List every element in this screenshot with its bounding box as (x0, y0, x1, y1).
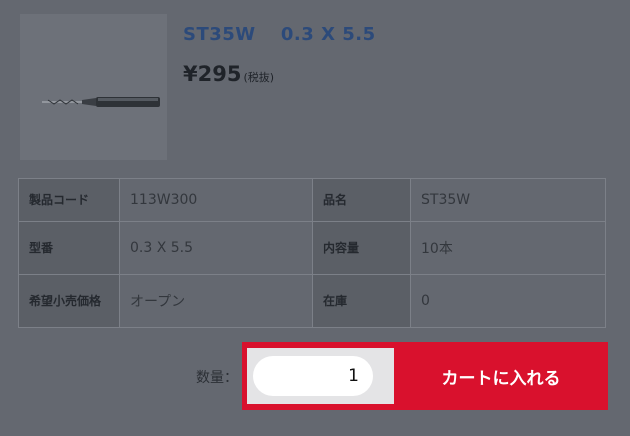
spec-label-product-code: 製品コード (18, 178, 120, 222)
add-to-cart-button[interactable]: カートに入れる (394, 342, 608, 410)
spec-value-product-name: ST35W (410, 178, 606, 222)
spec-value-product-code: 113W300 (119, 178, 313, 222)
table-row: 希望小売価格 オープン 在庫 0 (18, 273, 606, 329)
quantity-wrapper (247, 348, 394, 404)
product-image (20, 14, 167, 160)
spec-value-stock: 0 (410, 273, 606, 329)
quantity-input[interactable] (253, 356, 373, 396)
spec-value-retail-price: オープン (119, 273, 313, 329)
tax-note: (税抜) (243, 71, 275, 84)
product-price: ¥295 (183, 62, 242, 86)
table-row: 型番 0.3 X 5.5 内容量 10本 (18, 220, 606, 275)
spec-value-contents: 10本 (410, 220, 606, 275)
spec-label-model: 型番 (18, 220, 120, 275)
spec-label-product-name: 品名 (312, 178, 411, 222)
spec-label-contents: 内容量 (312, 220, 411, 275)
add-to-cart-box: カートに入れる (242, 342, 608, 410)
spec-table: 製品コード 113W300 品名 ST35W 型番 0.3 X 5.5 内容量 … (18, 178, 606, 329)
spec-value-model: 0.3 X 5.5 (119, 220, 313, 275)
spec-label-stock: 在庫 (312, 273, 411, 329)
price-row: ¥295 (税抜) (183, 62, 274, 86)
quantity-label: 数量： (196, 370, 238, 386)
drill-bit-icon (42, 97, 160, 107)
product-name: ST35W 0.3 X 5.5 (183, 24, 376, 45)
table-row: 製品コード 113W300 品名 ST35W (18, 178, 606, 222)
spec-label-retail-price: 希望小売価格 (18, 273, 120, 329)
product-detail-panel: ST35W 0.3 X 5.5 ¥295 (税抜) 製品コード 113W300 品… (0, 0, 630, 436)
